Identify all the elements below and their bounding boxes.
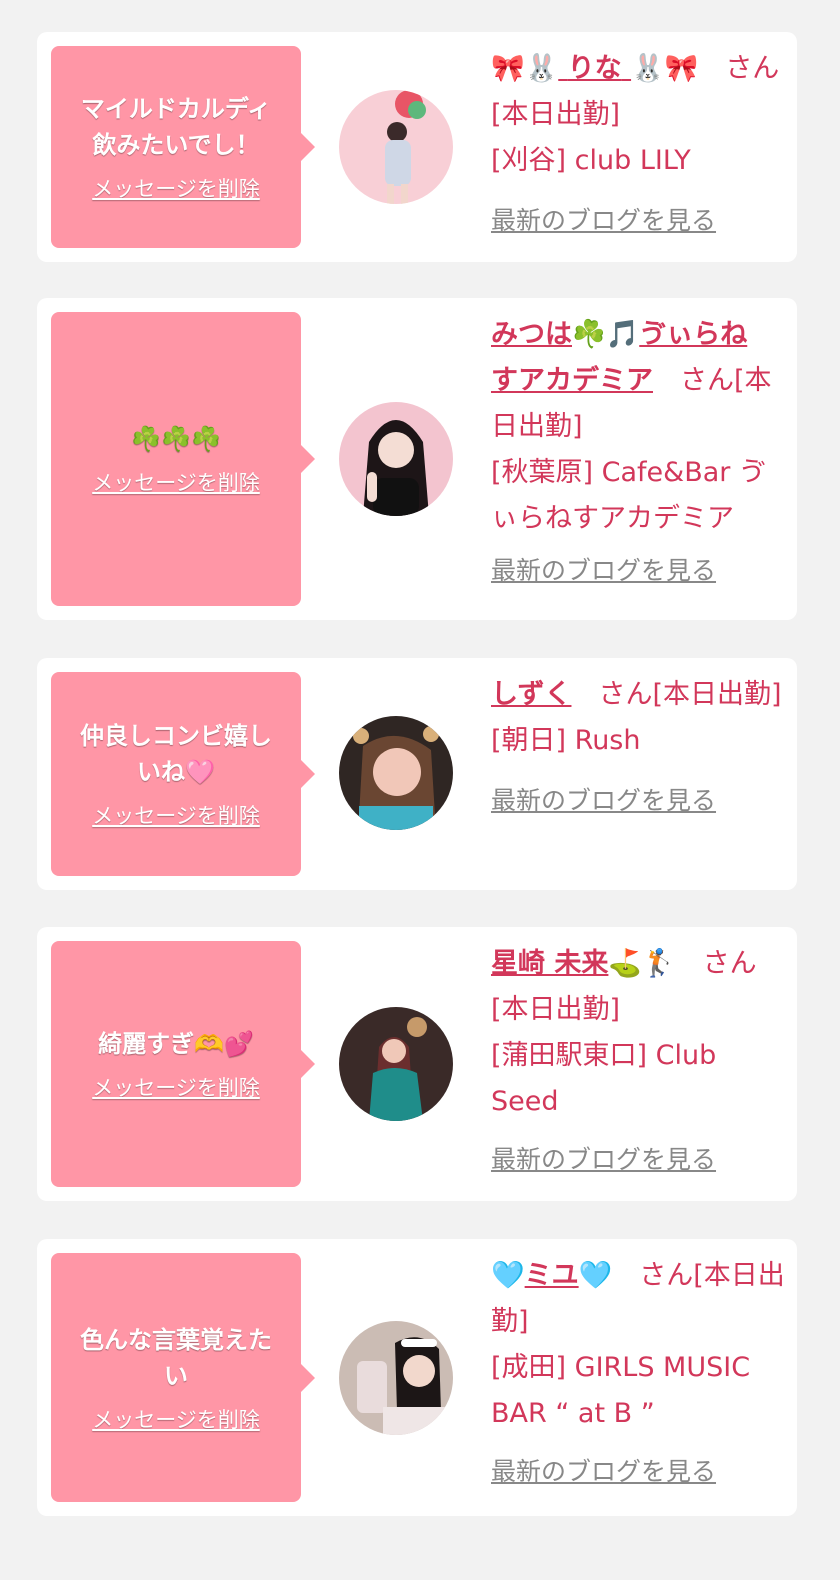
girl-name-link[interactable]: 星崎 未来⛳🏌️	[491, 948, 676, 979]
shop-name: [刈谷] club LILY	[491, 145, 691, 176]
avatar[interactable]	[339, 1321, 453, 1435]
girl-name-link[interactable]: しずく	[491, 679, 571, 710]
delete-message-link[interactable]: メッセージを削除	[92, 469, 260, 497]
delete-message-link[interactable]: メッセージを削除	[92, 1406, 260, 1434]
latest-blog-link[interactable]: 最新のブログを見る	[491, 198, 716, 244]
girl-info: しずく さん[本日出勤] [朝日] Rush 最新のブログを見る	[491, 672, 785, 824]
shop-name: [秋葉原] Cafe&Bar ゔぃらねすアカデミア	[491, 457, 766, 534]
message-bubble: マイルドカルディ 飲みたいでし！ メッセージを削除	[51, 46, 315, 248]
latest-blog-link[interactable]: 最新のブログを見る	[491, 548, 716, 594]
message-text: 色んな言葉覚えた い	[80, 1325, 272, 1390]
message-text: マイルドカルディ 飲みたいでし！	[80, 95, 272, 159]
girl-info: 🎀🐰 りな 🐰🎀 さん[本日出勤] [刈谷] club LILY 最新のブログを…	[491, 46, 785, 244]
delete-message-link[interactable]: メッセージを削除	[92, 175, 260, 203]
message-text: 仲良しコンビ嬉し いね🩷	[80, 722, 272, 786]
girl-info: 🩵ミユ🩵 さん[本日出勤] [成田] GIRLS MUSIC BAR “ at B…	[491, 1253, 785, 1495]
shop-name: [成田] GIRLS MUSIC BAR “ at B ”	[491, 1352, 751, 1429]
message-card: ☘️☘️☘️ メッセージを削除 みつは☘️🎵ゔぃらね すアカデミア さん[本日出勤…	[37, 298, 797, 620]
girl-name-link[interactable]: 🎀🐰 りな 🐰🎀	[491, 53, 698, 84]
message-card: マイルドカルディ 飲みたいでし！ メッセージを削除 🎀🐰 りな 🐰🎀 さん[本日…	[37, 32, 797, 262]
girl-info: みつは☘️🎵ゔぃらね すアカデミア さん[本日出勤] [秋葉原] Cafe&Bar…	[491, 312, 785, 594]
girl-info: 星崎 未来⛳🏌️ さん [本日出勤] [蒲田駅東口] Club Seed 最新のブロ…	[491, 941, 785, 1183]
avatar[interactable]	[339, 90, 453, 204]
delete-message-link[interactable]: メッセージを削除	[92, 1074, 260, 1102]
shop-name: [朝日] Rush	[491, 725, 641, 756]
message-text: ☘️☘️☘️	[131, 425, 221, 453]
message-card: 色んな言葉覚えた い メッセージを削除 🩵ミユ🩵 さん[本日出勤] [成田] G…	[37, 1239, 797, 1516]
shop-name: [蒲田駅東口] Club Seed	[491, 1040, 717, 1117]
message-bubble: 綺麗すぎ🫶💕 メッセージを削除	[51, 941, 315, 1187]
avatar[interactable]	[339, 402, 453, 516]
message-card: 綺麗すぎ🫶💕 メッセージを削除 星崎 未来⛳🏌️ さん [本日出勤] [蒲田駅東口…	[37, 927, 797, 1201]
latest-blog-link[interactable]: 最新のブログを見る	[491, 1449, 716, 1495]
message-bubble: 色んな言葉覚えた い メッセージを削除	[51, 1253, 315, 1502]
latest-blog-link[interactable]: 最新のブログを見る	[491, 778, 716, 824]
delete-message-link[interactable]: メッセージを削除	[92, 802, 260, 830]
message-list: マイルドカルディ 飲みたいでし！ メッセージを削除 🎀🐰 りな 🐰🎀 さん[本日…	[0, 0, 840, 1580]
girl-name-link[interactable]: 🩵ミユ🩵	[491, 1260, 612, 1291]
message-bubble: ☘️☘️☘️ メッセージを削除	[51, 312, 315, 606]
avatar[interactable]	[339, 1007, 453, 1121]
avatar[interactable]	[339, 716, 453, 830]
latest-blog-link[interactable]: 最新のブログを見る	[491, 1137, 716, 1183]
message-card: 仲良しコンビ嬉し いね🩷 メッセージを削除 しずく さん[本日出勤] [朝日] …	[37, 658, 797, 890]
message-text: 綺麗すぎ🫶💕	[98, 1030, 254, 1058]
message-bubble: 仲良しコンビ嬉し いね🩷 メッセージを削除	[51, 672, 315, 876]
